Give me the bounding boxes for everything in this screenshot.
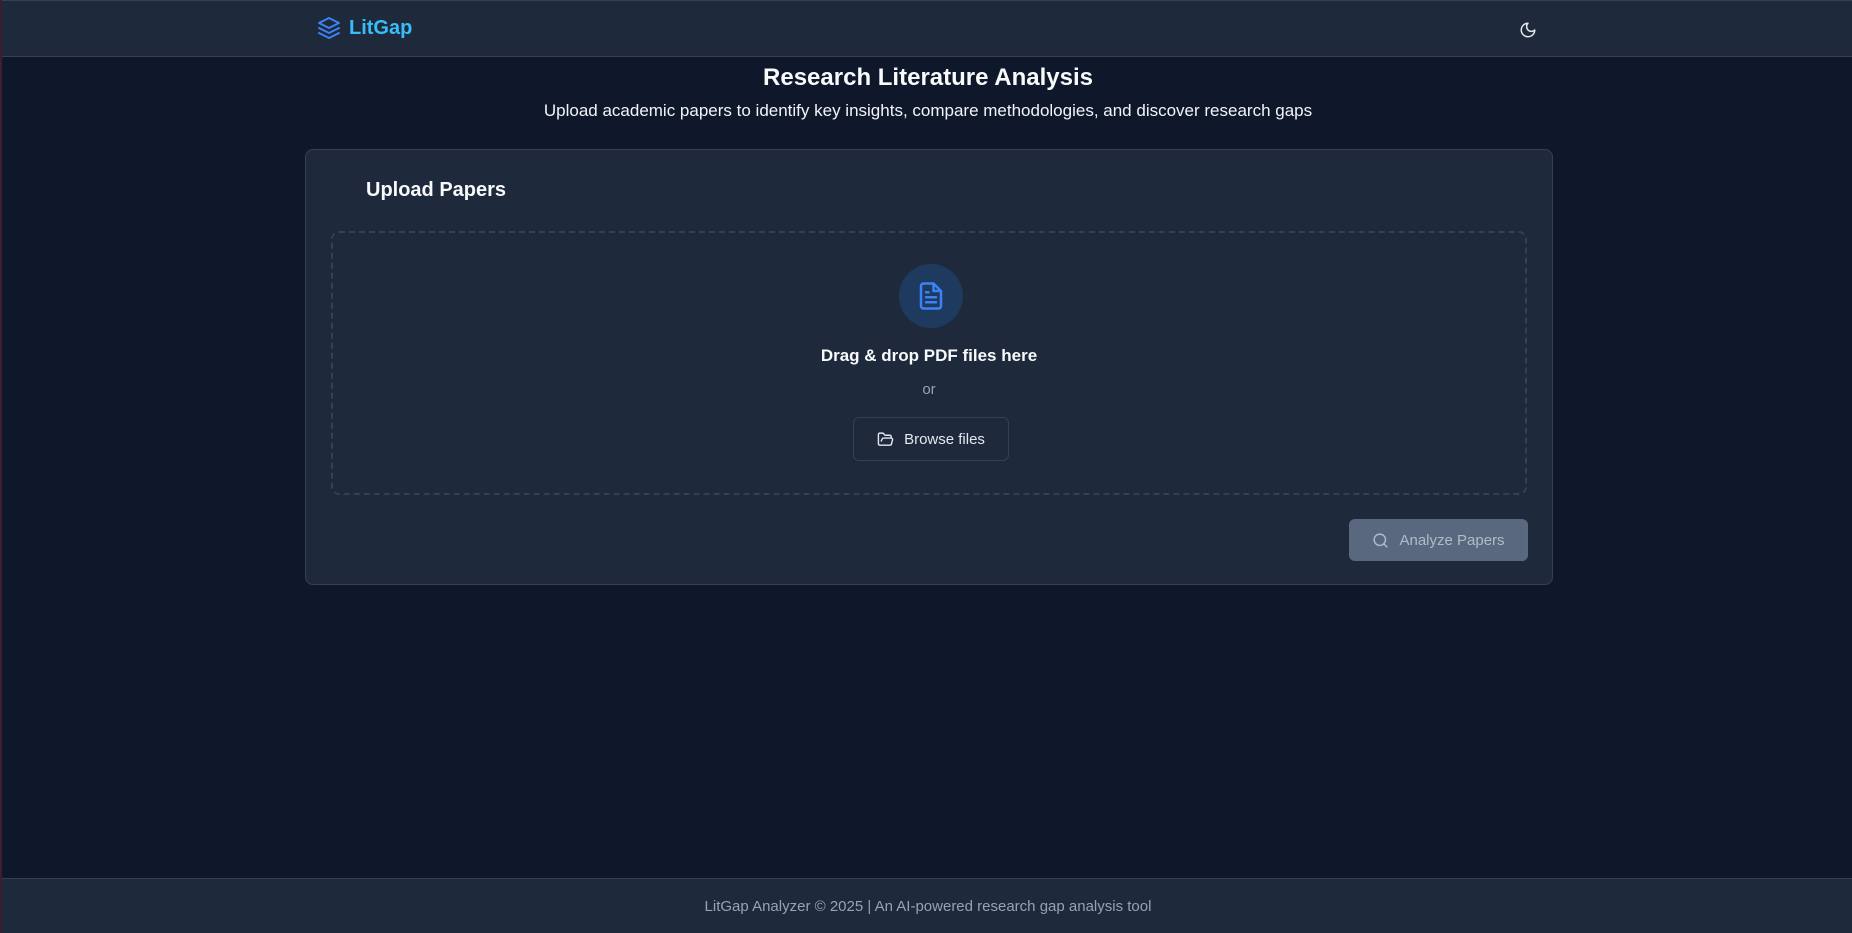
theme-toggle-button[interactable] [1514, 16, 1542, 44]
analyze-papers-button[interactable]: Analyze Papers [1349, 519, 1528, 561]
brand-name: LitGap [349, 16, 413, 39]
top-navbar: LitGap [2, 0, 1852, 57]
analyze-papers-label: Analyze Papers [1399, 531, 1505, 549]
search-icon [1372, 532, 1389, 549]
browse-files-label: Browse files [904, 430, 985, 448]
brand-link[interactable]: LitGap [317, 16, 412, 40]
moon-icon [1519, 21, 1537, 39]
document-icon-badge [899, 264, 963, 328]
file-dropzone[interactable]: Drag & drop PDF files here or Browse fil… [331, 231, 1527, 495]
page-subtitle: Upload academic papers to identify key i… [543, 101, 1313, 120]
footer-text: LitGap Analyzer © 2025 | An AI-powered r… [704, 897, 1152, 915]
dropzone-title: Drag & drop PDF files here [820, 346, 1038, 365]
layers-icon [317, 16, 341, 40]
browse-files-button[interactable]: Browse files [853, 417, 1009, 461]
folder-open-icon [877, 431, 894, 448]
file-text-icon [916, 281, 946, 311]
card-title: Upload Papers [366, 179, 507, 201]
page-title: Research Literature Analysis [763, 64, 1093, 91]
dropzone-or-text: or [922, 381, 936, 398]
page-footer: LitGap Analyzer © 2025 | An AI-powered r… [2, 878, 1852, 933]
upload-card: Upload Papers Drag & drop PDF files here… [305, 149, 1553, 585]
